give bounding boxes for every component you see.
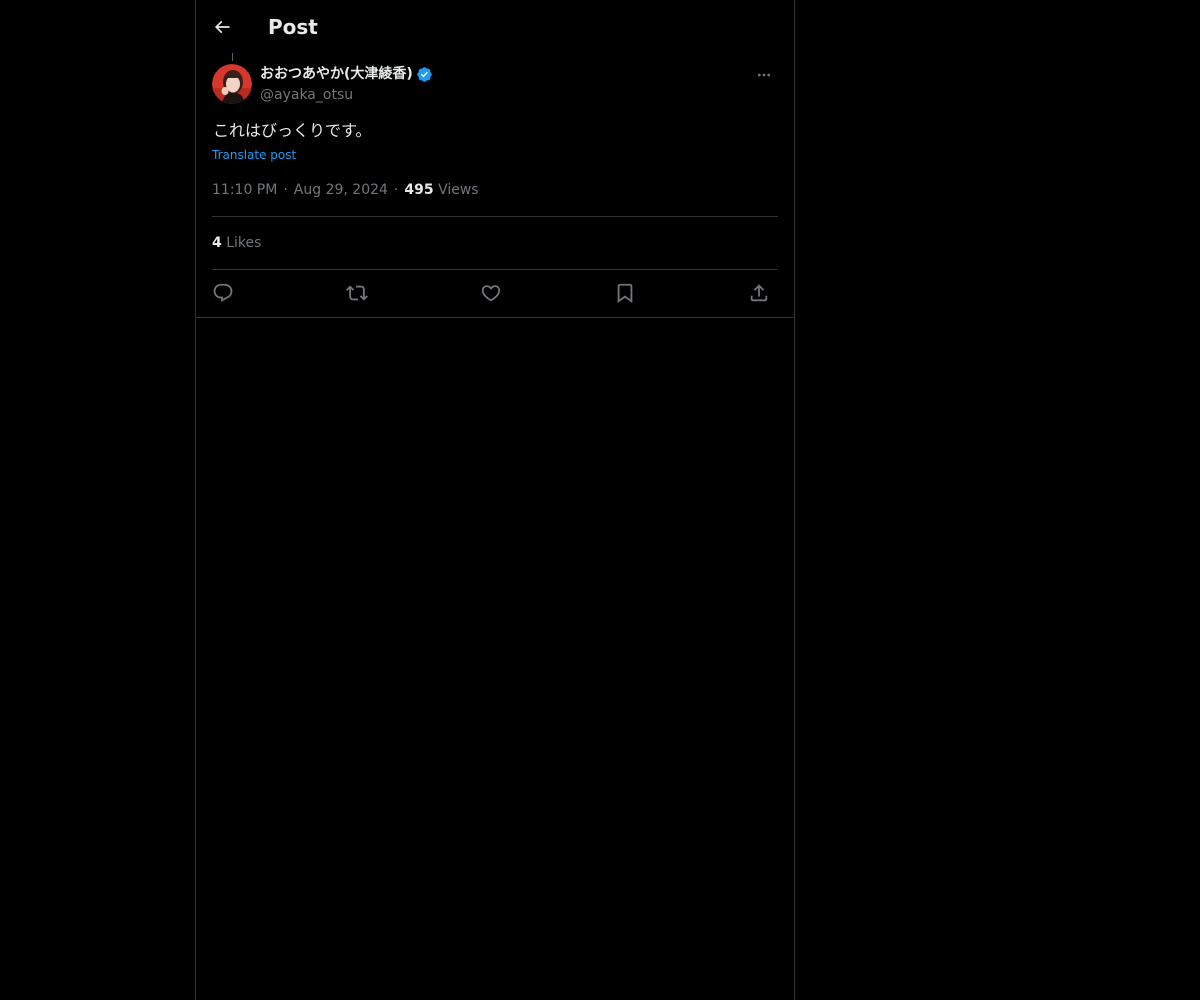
likes-label: Likes <box>226 235 262 251</box>
avatar-image <box>212 64 252 104</box>
repost-icon <box>346 285 368 301</box>
reply-button[interactable] <box>208 279 238 307</box>
page-title: Post <box>268 15 318 39</box>
like-button[interactable] <box>476 279 506 307</box>
share-button[interactable] <box>744 279 774 307</box>
back-button[interactable] <box>206 11 238 43</box>
thread-connector-line <box>232 53 233 61</box>
translate-post-link[interactable]: Translate post <box>212 146 296 164</box>
post-actions <box>212 279 778 307</box>
bookmark-button[interactable] <box>610 279 640 307</box>
author-row: おおつあやか(大津綾香) @ayaka_otsu <box>212 64 778 106</box>
post-bottom-border <box>196 317 794 318</box>
likes-count: 4 <box>212 235 222 251</box>
share-icon <box>750 284 768 302</box>
views-count: 495 <box>404 182 434 198</box>
more-options-button[interactable] <box>750 64 778 86</box>
post-date[interactable]: Aug 29, 2024 <box>294 182 388 198</box>
post-time[interactable]: 11:10 PM <box>212 182 277 198</box>
like-icon <box>481 285 501 302</box>
back-arrow-icon <box>214 20 230 34</box>
divider <box>212 216 778 217</box>
verified-badge-icon <box>417 66 432 82</box>
bookmark-icon <box>617 283 633 304</box>
repost-button[interactable] <box>342 279 372 307</box>
post-header: Post <box>196 0 794 53</box>
author-handle[interactable]: @ayaka_otsu <box>260 85 433 105</box>
post-meta: 11:10 PM · Aug 29, 2024 · 495 Views <box>212 180 479 200</box>
post-detail-column: Post おおつあやか(大津綾香) @ayaka_otsu これはびっくりです。… <box>195 0 795 1000</box>
author-names: おおつあやか(大津綾香) @ayaka_otsu <box>260 64 433 105</box>
likes-summary[interactable]: 4 Likes <box>212 233 261 253</box>
meta-separator: · <box>283 182 288 198</box>
display-name-line: おおつあやか(大津綾香) <box>260 64 433 84</box>
views-label: Views <box>438 182 479 198</box>
reply-icon <box>213 283 233 302</box>
post-text: これはびっくりです。 <box>213 121 372 140</box>
avatar[interactable] <box>212 64 252 104</box>
meta-separator: · <box>393 182 399 198</box>
author-display-name[interactable]: おおつあやか(大津綾香) <box>260 64 413 84</box>
more-options-icon <box>758 73 770 77</box>
divider <box>212 269 778 270</box>
